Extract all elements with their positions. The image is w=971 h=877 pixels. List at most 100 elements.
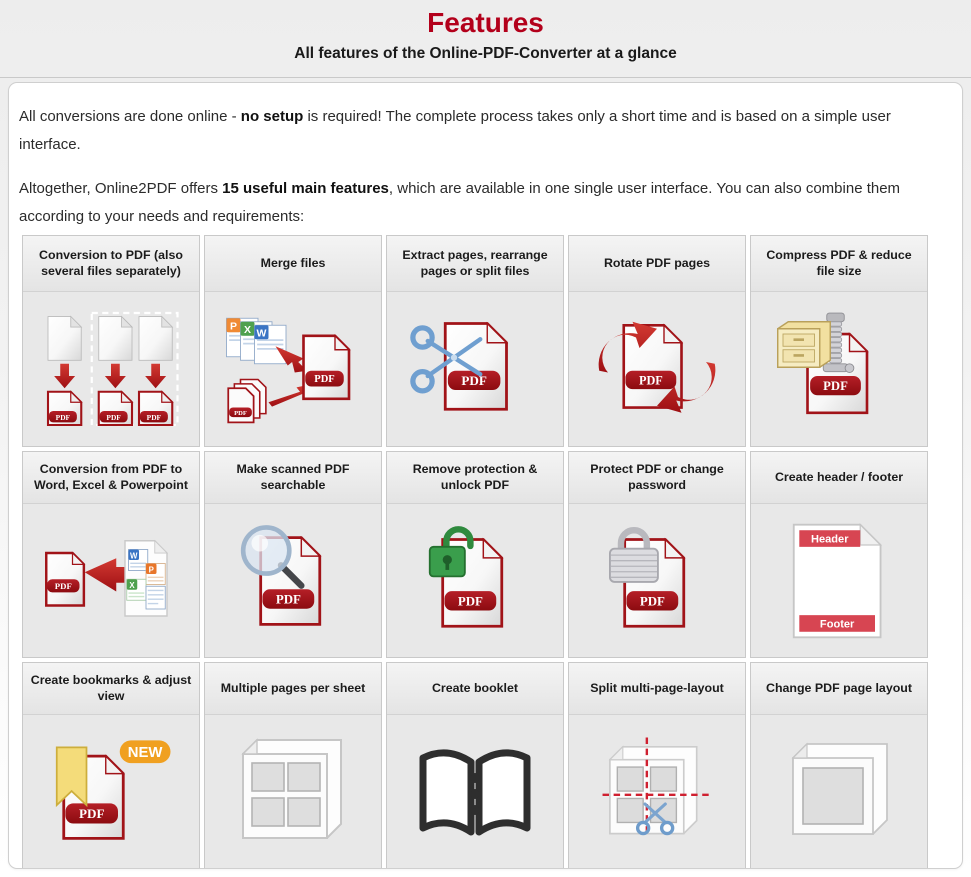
feature-title: Make scanned PDF searchable [236, 462, 350, 492]
bookmark-pdf-icon: PDF NEW [55, 739, 171, 840]
feature-card-make-searchable[interactable]: Make scanned PDF searchable PDF [204, 451, 382, 658]
booklet-icon [419, 748, 531, 835]
feature-card-body: PDF PDF PDF [23, 292, 199, 446]
feature-card-body: PDF [387, 504, 563, 657]
feature-card-body [205, 715, 381, 868]
feature-card-create-booklet[interactable]: Create booklet [386, 662, 564, 868]
page-header: Features All features of the Online-PDF-… [0, 0, 971, 78]
feature-title: Create booklet [431, 680, 519, 695]
compress-pdf-icon: PDF [777, 312, 869, 415]
feature-card-header-footer[interactable]: Create header / footer Header Footer [750, 451, 928, 658]
header-footer-icon: Header Footer [792, 522, 883, 638]
new-badge: NEW [119, 739, 171, 763]
feature-title: Change PDF page layout [766, 680, 912, 695]
intro-p1-bold: no setup [240, 108, 304, 125]
svg-text:W: W [130, 551, 138, 560]
feature-card-body: PDF NEW [23, 715, 199, 868]
page-title: Features [427, 7, 544, 38]
header-band-label: Header [811, 533, 849, 545]
intro-paragraph-2: Altogether, Online2PDF offers 15 useful … [19, 175, 935, 231]
svg-text:PDF: PDF [458, 593, 483, 608]
feature-title: Merge files [260, 255, 326, 270]
svg-text:PDF: PDF [147, 413, 162, 422]
feature-card-rotate-pdf[interactable]: Rotate PDF pages PDF [568, 235, 746, 447]
feature-card-extract-pages[interactable]: Extract pages, rearrange pages or split … [386, 235, 564, 447]
svg-text:P: P [149, 565, 154, 574]
feature-title: Create bookmarks & adjust view [30, 673, 192, 703]
feature-card-header: Create bookmarks & adjust view [23, 663, 199, 715]
feature-card-split-layout[interactable]: Split multi-page-layout [568, 662, 746, 868]
feature-card-pdf-to-office[interactable]: Conversion from PDF to Word, Excel & Pow… [22, 451, 200, 658]
svg-text:PDF: PDF [461, 373, 486, 388]
feature-card-header: Create header / footer [751, 452, 927, 504]
feature-title: Protect PDF or change password [590, 462, 724, 492]
feature-title: Extract pages, rearrange pages or split … [402, 248, 548, 278]
svg-text:PDF: PDF [640, 593, 665, 608]
feature-card-multiple-pages[interactable]: Multiple pages per sheet [204, 662, 382, 868]
feature-card-change-layout[interactable]: Change PDF page layout [750, 662, 928, 868]
feature-title: Conversion to PDF (also several files se… [39, 248, 183, 278]
feature-card-create-bookmarks[interactable]: Create bookmarks & adjust view PDF NEW [22, 662, 200, 868]
scissors-pdf-icon: PDF [410, 321, 509, 411]
feature-card-header: Extract pages, rearrange pages or split … [387, 236, 563, 292]
feature-card-header: Remove protection & unlock PDF [387, 452, 563, 504]
feature-card-body: PDF W P X [23, 504, 199, 657]
feature-card-body: PDF [569, 504, 745, 657]
feature-card-header: Merge files [205, 236, 381, 292]
feature-card-header: Create booklet [387, 663, 563, 715]
feature-card-body: Header Footer [751, 504, 927, 657]
merge-files-icon: P X W PDF PDF [226, 317, 351, 424]
feature-card-body: P X W PDF PDF [205, 292, 381, 446]
svg-text:PDF: PDF [106, 413, 121, 422]
svg-text:PDF: PDF [639, 373, 663, 387]
feature-card-conversion-to-pdf[interactable]: Conversion to PDF (also several files se… [22, 235, 200, 447]
conversion-to-pdf-icon: PDF PDF PDF [46, 311, 179, 427]
svg-text:PDF: PDF [314, 374, 334, 385]
unlock-pdf-icon: PDF [428, 525, 504, 628]
svg-text:PDF: PDF [79, 805, 104, 820]
intro-p2-bold: 15 useful main features [222, 180, 389, 197]
feature-title: Remove protection & unlock PDF [412, 462, 538, 492]
feature-card-header: Split multi-page-layout [569, 663, 745, 715]
pdf-to-office-icon: PDF W P X [45, 539, 169, 617]
svg-text:PDF: PDF [823, 379, 848, 393]
magnifier-pdf-icon: PDF [240, 524, 322, 626]
svg-text:X: X [129, 581, 135, 590]
feature-card-body [387, 715, 563, 868]
features-grid: Conversion to PDF (also several files se… [22, 235, 952, 868]
feature-card-remove-protection[interactable]: Remove protection & unlock PDF PDF [386, 451, 564, 658]
feature-card-body: PDF [387, 292, 563, 446]
svg-text:X: X [244, 324, 251, 336]
svg-text:P: P [230, 321, 237, 333]
feature-card-body [751, 715, 927, 868]
feature-card-header: Conversion to PDF (also several files se… [23, 236, 199, 292]
feature-title: Compress PDF & reduce file size [766, 248, 912, 278]
svg-text:W: W [257, 328, 267, 340]
feature-card-body [569, 715, 745, 868]
intro-p1-part1: All conversions are done online - [19, 108, 241, 125]
features-page: Features All features of the Online-PDF-… [0, 0, 971, 877]
intro-paragraph-1: All conversions are done online - no set… [19, 103, 935, 159]
features-row: Create bookmarks & adjust view PDF NEW M… [22, 662, 952, 868]
svg-text:PDF: PDF [276, 591, 301, 606]
feature-card-header: Make scanned PDF searchable [205, 452, 381, 504]
feature-card-header: Conversion from PDF to Word, Excel & Pow… [23, 452, 199, 504]
feature-card-header: Compress PDF & reduce file size [751, 236, 927, 292]
feature-card-compress-pdf[interactable]: Compress PDF & reduce file size PDF [750, 235, 928, 447]
intro-text: All conversions are done online - no set… [19, 103, 935, 247]
feature-title: Rotate PDF pages [603, 255, 711, 270]
feature-card-header: Change PDF page layout [751, 663, 927, 715]
new-badge-label: NEW [128, 745, 164, 761]
feature-card-header: Multiple pages per sheet [205, 663, 381, 715]
rotate-pdf-icon: PDF [598, 321, 716, 413]
feature-card-header: Protect PDF or change password [569, 452, 745, 504]
features-row: Conversion to PDF (also several files se… [22, 235, 952, 447]
feature-card-protect-pdf[interactable]: Protect PDF or change password PDF [568, 451, 746, 658]
feature-title: Create header / footer [774, 469, 904, 484]
svg-text:PDF: PDF [55, 580, 72, 590]
feature-card-body: PDF [569, 292, 745, 446]
feature-card-merge-files[interactable]: Merge files P X W PDF PDF [204, 235, 382, 447]
feature-card-body: PDF [205, 504, 381, 657]
svg-text:PDF: PDF [234, 410, 247, 417]
lock-pdf-icon: PDF [609, 526, 686, 628]
